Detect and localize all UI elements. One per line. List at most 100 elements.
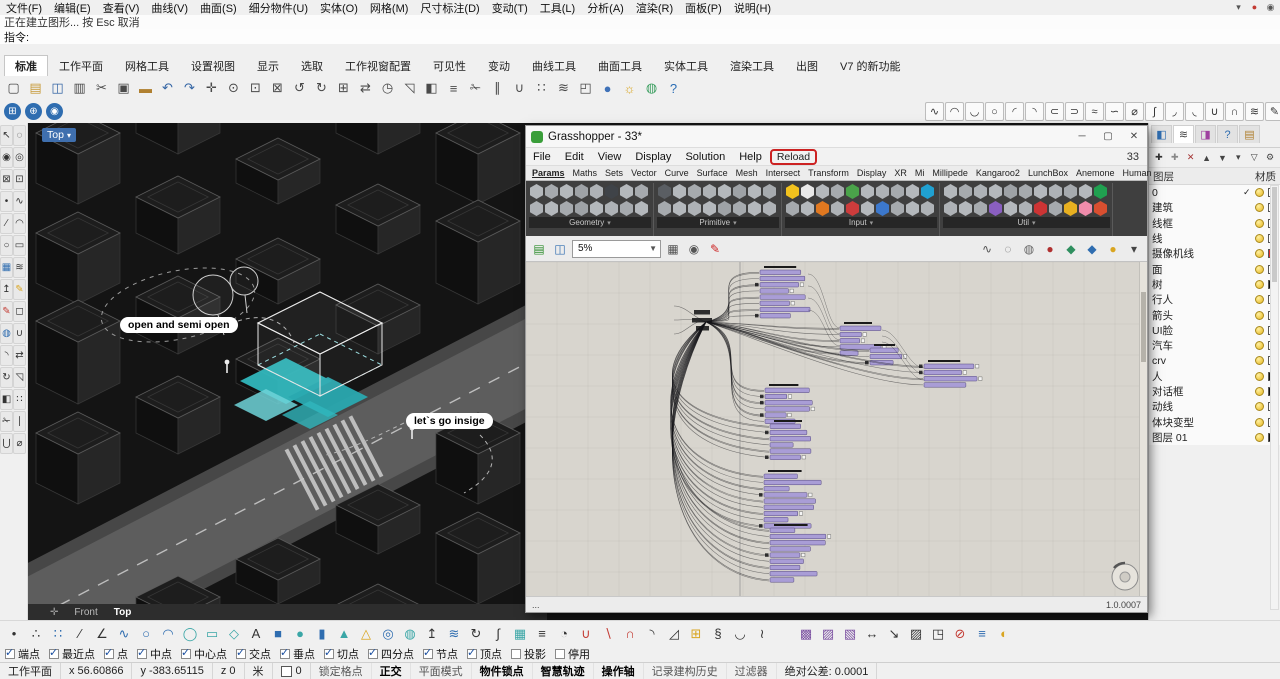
- extrude-icon[interactable]: ↥: [422, 624, 442, 644]
- pan-icon[interactable]: ✛: [201, 78, 222, 98]
- redo-icon[interactable]: ↷: [179, 78, 200, 98]
- render-preview-icon[interactable]: ◐: [994, 624, 1014, 644]
- gh-component-icon[interactable]: [658, 184, 671, 199]
- gh-component-icon[interactable]: [748, 201, 761, 216]
- circle-icon[interactable]: ○: [985, 102, 1004, 121]
- gh-component-icon[interactable]: [590, 184, 603, 199]
- box-icon[interactable]: ■: [268, 624, 288, 644]
- dimension-icon[interactable]: ↔: [862, 624, 882, 644]
- gh-component-icon[interactable]: [1094, 201, 1107, 216]
- gh-component-icon[interactable]: [921, 184, 934, 199]
- gh-component-icon[interactable]: [1019, 201, 1032, 216]
- toolbar-tab[interactable]: 标准: [4, 55, 48, 76]
- help-icon[interactable]: ?: [663, 78, 684, 98]
- gh-component-icon[interactable]: [763, 201, 776, 216]
- pointcloud-icon[interactable]: ∷: [48, 624, 68, 644]
- freeform-curve-icon[interactable]: ∿: [925, 102, 944, 121]
- grid-icon[interactable]: ⊞: [333, 78, 354, 98]
- gh-group-label[interactable]: Input: [785, 217, 937, 228]
- rotate-icon[interactable]: ◷: [377, 78, 398, 98]
- boolean-intersection-icon[interactable]: ∩: [620, 624, 640, 644]
- gh-component-icon[interactable]: [891, 201, 904, 216]
- display-tab-icon[interactable]: ◨: [1195, 125, 1216, 143]
- layer-settings-icon[interactable]: ⚙: [1263, 151, 1277, 165]
- layer-row[interactable]: 0 ✓: [1149, 185, 1280, 200]
- layer-name[interactable]: 线框: [1152, 216, 1243, 231]
- properties-tab-icon[interactable]: ◧: [1151, 125, 1172, 143]
- save-definition-icon[interactable]: ◫: [551, 240, 569, 258]
- gh-component-icon[interactable]: [673, 184, 686, 199]
- gh-component-icon[interactable]: [1049, 184, 1062, 199]
- grasshopper-titlebar[interactable]: Grasshopper - 33* ─ ▢ ✕: [526, 126, 1147, 148]
- gh-scroll-thumb[interactable]: [1141, 292, 1146, 362]
- rebuild-curve-icon[interactable]: ≈: [1085, 102, 1104, 121]
- osnap-item[interactable]: 最近点: [49, 646, 95, 662]
- viewport-label[interactable]: Top ▾: [42, 128, 76, 142]
- layer-name[interactable]: UI脸: [1152, 323, 1243, 338]
- zoom-extents-icon[interactable]: ⊠: [267, 78, 288, 98]
- section-icon[interactable]: ⊘: [950, 624, 970, 644]
- menu-item[interactable]: 曲面(S): [194, 0, 243, 16]
- canvas-menu-caret-icon[interactable]: ▾: [1125, 240, 1143, 258]
- lasso-select-icon[interactable]: ◌: [13, 125, 26, 146]
- osnap-checkbox[interactable]: [5, 646, 15, 659]
- menu-item[interactable]: 工具(L): [534, 0, 581, 16]
- gh-component-icon[interactable]: [1004, 184, 1017, 199]
- layer-name[interactable]: 线: [1152, 231, 1243, 246]
- status-toggle[interactable]: 过滤器: [727, 663, 777, 679]
- gh-tab[interactable]: Anemone: [1072, 168, 1119, 178]
- pipe-icon[interactable]: ◍: [400, 624, 420, 644]
- cylinder-icon[interactable]: ▮: [312, 624, 332, 644]
- osnap-checkbox[interactable]: [368, 646, 378, 659]
- hide-icon[interactable]: ◎: [13, 147, 26, 168]
- gh-component-icon[interactable]: [801, 184, 814, 199]
- match-curve-icon[interactable]: ∽: [1105, 102, 1124, 121]
- gh-tab[interactable]: Params: [528, 168, 569, 178]
- osnap-item[interactable]: 垂点: [280, 646, 315, 662]
- curve-icon[interactable]: ∿: [114, 624, 134, 644]
- menu-item[interactable]: 分析(A): [581, 0, 630, 16]
- layer-name[interactable]: 0: [1152, 187, 1243, 199]
- collapse-icon[interactable]: ▾: [1232, 1, 1245, 13]
- gh-component-icon[interactable]: [1034, 184, 1047, 199]
- toolbar-tab[interactable]: 变动: [477, 55, 521, 76]
- panel-scrollbar[interactable]: [1270, 185, 1279, 610]
- rectangle-tool-icon[interactable]: ▭: [13, 235, 26, 256]
- gh-menu-edit[interactable]: Edit: [558, 151, 591, 163]
- layer-visibility-bulb-icon[interactable]: [1255, 356, 1264, 366]
- gh-component-icon[interactable]: [906, 184, 919, 199]
- copy-icon[interactable]: ▣: [113, 78, 134, 98]
- render-icon[interactable]: ●: [597, 78, 618, 98]
- twist-icon[interactable]: §: [708, 624, 728, 644]
- layer-row[interactable]: 体块变型: [1149, 414, 1280, 429]
- shell-icon[interactable]: ◔: [554, 624, 574, 644]
- gh-component-icon[interactable]: [1064, 184, 1077, 199]
- layer-visibility-bulb-icon[interactable]: [1255, 295, 1264, 305]
- gh-component-icon[interactable]: [876, 184, 889, 199]
- toolbar-tab[interactable]: 实体工具: [653, 55, 719, 76]
- osnap-item[interactable]: 投影: [511, 646, 546, 662]
- gh-component-icon[interactable]: [989, 201, 1002, 216]
- undo-icon[interactable]: ↶: [157, 78, 178, 98]
- toolbar-tab[interactable]: 曲线工具: [521, 55, 587, 76]
- gh-component-icon[interactable]: [635, 184, 648, 199]
- text-icon[interactable]: A: [246, 624, 266, 644]
- status-toggle[interactable]: 记录建构历史: [644, 663, 727, 679]
- gh-component-icon[interactable]: [831, 184, 844, 199]
- point-icon[interactable]: •: [4, 624, 24, 644]
- mirror-icon[interactable]: ◧: [421, 78, 442, 98]
- union-curve-icon[interactable]: ∪: [1205, 102, 1224, 121]
- gh-component-icon[interactable]: [876, 201, 889, 216]
- layer-name[interactable]: 行人: [1152, 292, 1243, 307]
- ball-icon[interactable]: ●: [1104, 240, 1122, 258]
- preview-shaded-icon[interactable]: ●: [1041, 240, 1059, 258]
- gh-component-icon[interactable]: [575, 184, 588, 199]
- new-sublayer-icon[interactable]: ✚: [1168, 151, 1182, 165]
- grasshopper-window[interactable]: Grasshopper - 33* ─ ▢ ✕ File Edit View D…: [525, 125, 1152, 613]
- intersect-curve-icon[interactable]: ∩: [1225, 102, 1244, 121]
- open-definition-icon[interactable]: ▤: [530, 240, 548, 258]
- notification-icon[interactable]: ●: [1248, 1, 1261, 13]
- bend-icon[interactable]: ◡: [730, 624, 750, 644]
- layer-name[interactable]: 对话框: [1152, 384, 1243, 399]
- layer-row[interactable]: 面: [1149, 261, 1280, 276]
